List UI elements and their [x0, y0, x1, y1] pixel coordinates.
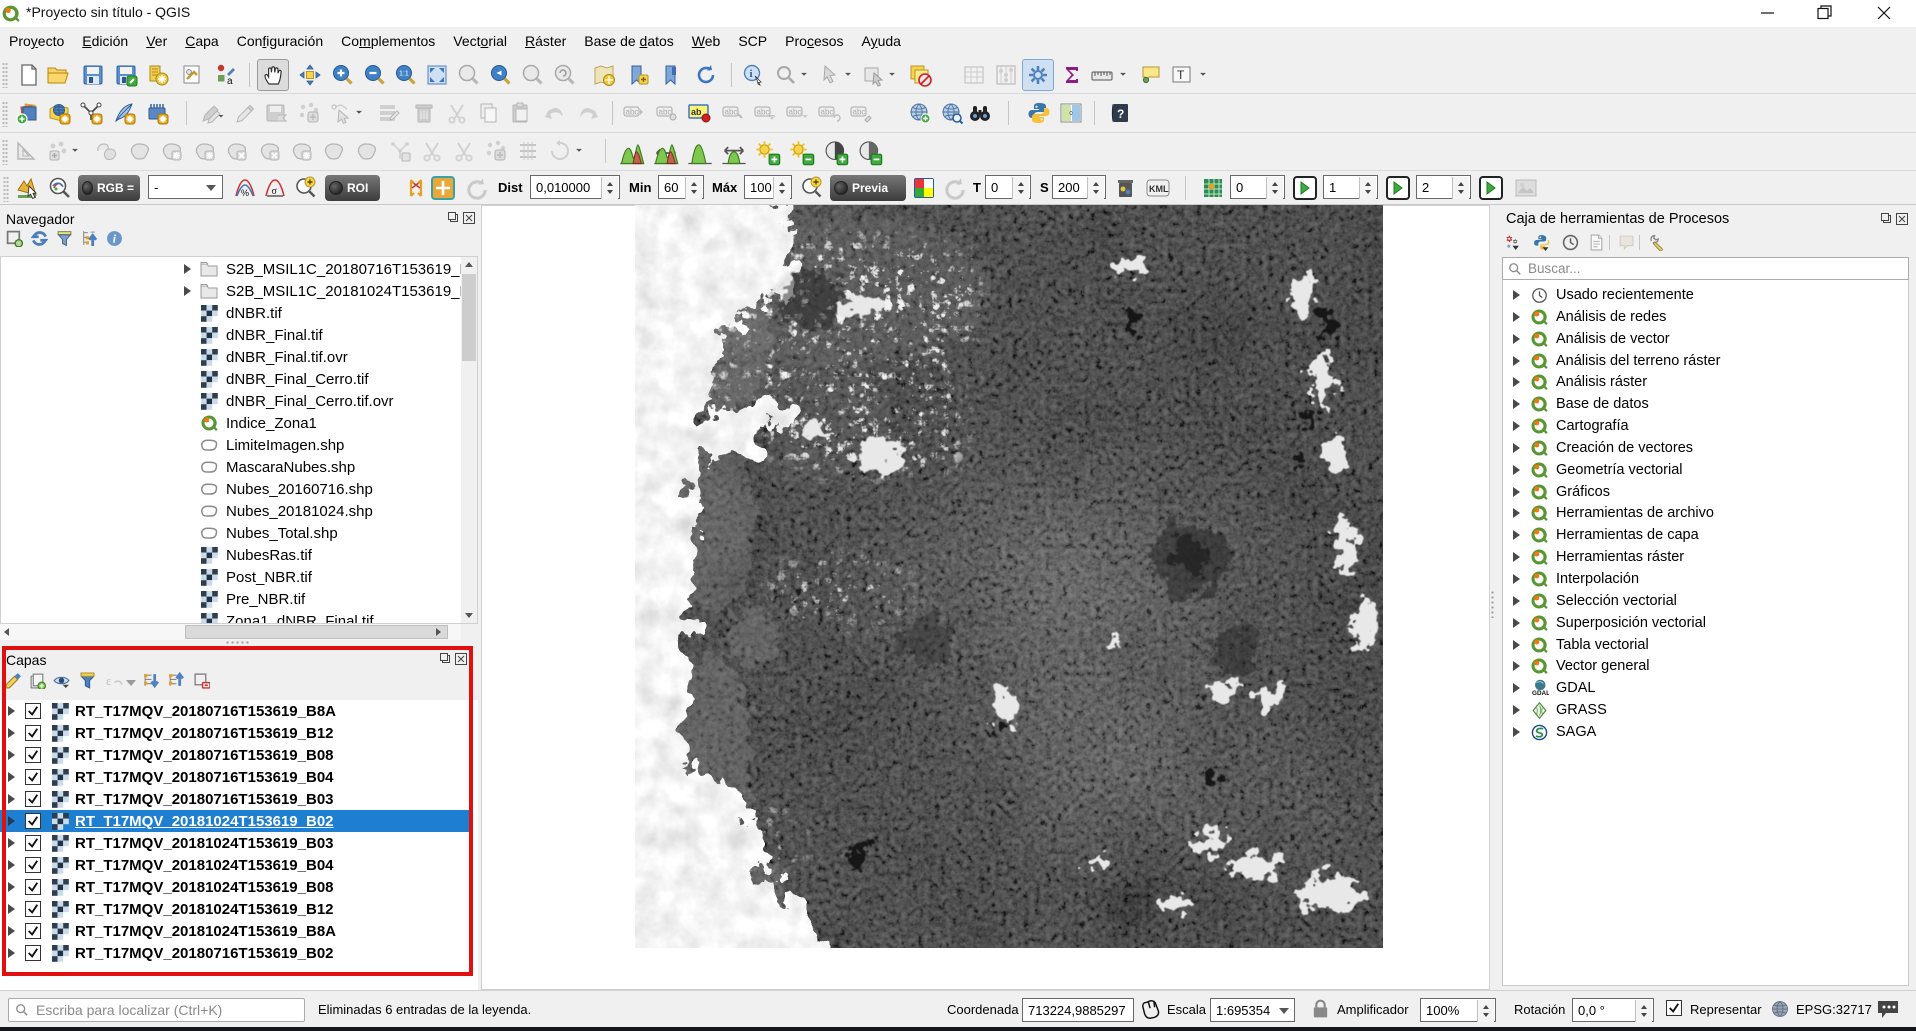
svg-text:a: a — [227, 76, 233, 87]
svg-text:ab: ab — [691, 107, 702, 117]
svg-text:abc: abc — [853, 108, 866, 117]
svg-text:GDAL: GDAL — [1532, 690, 1549, 697]
svg-text:?: ? — [1117, 107, 1124, 121]
svg-text:%: % — [241, 188, 249, 198]
svg-text:i: i — [750, 68, 753, 80]
svg-text:abc: abc — [757, 108, 770, 117]
svg-text:abc: abc — [626, 108, 639, 117]
svg-text:abc: abc — [821, 108, 834, 117]
svg-text:T: T — [1177, 68, 1185, 82]
svg-text:abc: abc — [725, 108, 738, 117]
svg-text:KML: KML — [1149, 184, 1169, 194]
svg-text:abc: abc — [659, 108, 672, 117]
svg-text:1:1: 1:1 — [399, 71, 409, 78]
svg-text:σ: σ — [272, 186, 278, 197]
svg-text:abc: abc — [789, 108, 802, 117]
